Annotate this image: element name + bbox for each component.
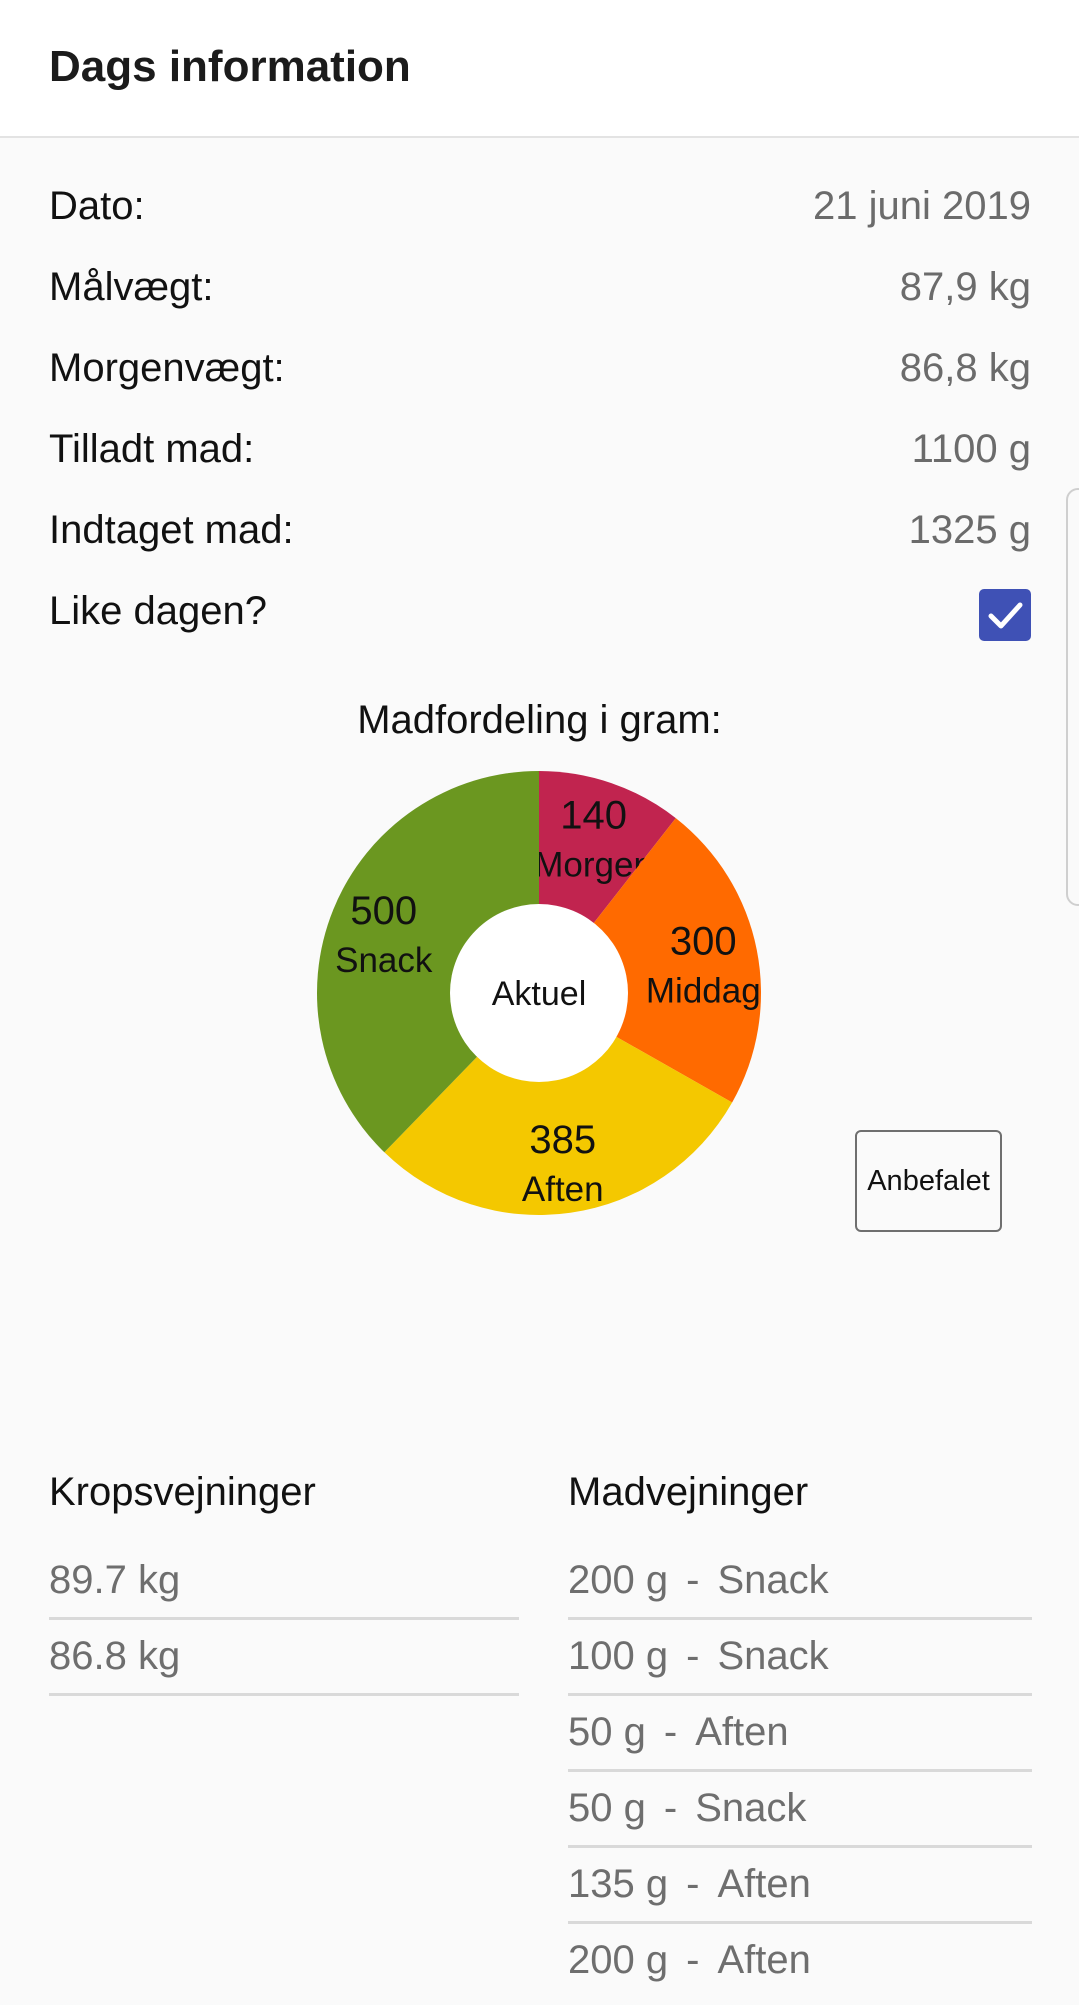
food-meal: Aften bbox=[695, 1710, 789, 1754]
food-meal: Snack bbox=[695, 1786, 807, 1830]
slice-value-label: 385 bbox=[529, 1118, 596, 1162]
food-meal: Snack bbox=[717, 1558, 829, 1602]
list-item[interactable]: 200 g - Snack bbox=[568, 1544, 1032, 1620]
separator: - bbox=[663, 1786, 678, 1830]
food-amount: 200 g bbox=[568, 1558, 669, 1602]
food-distribution-chart: 140Morgen300Middag385Aften500SnackAktuel bbox=[317, 771, 761, 1215]
slice-value-label: 500 bbox=[350, 889, 417, 933]
separator: - bbox=[686, 1938, 700, 1982]
food-amount: 50 g bbox=[568, 1710, 646, 1754]
body-weights-title: Kropsvejninger bbox=[49, 1470, 316, 1514]
list-item[interactable]: 50 g - Snack bbox=[568, 1772, 1032, 1848]
separator: - bbox=[686, 1634, 700, 1678]
food-amount: 200 g bbox=[568, 1938, 669, 1982]
separator: - bbox=[663, 1710, 678, 1754]
food-amount: 100 g bbox=[568, 1634, 669, 1678]
edge-panel-handle[interactable] bbox=[1066, 488, 1079, 906]
list-item[interactable]: 89.7 kg bbox=[49, 1544, 519, 1620]
list-item[interactable]: 50 g - Aften bbox=[568, 1696, 1032, 1772]
list-item[interactable]: 135 g - Aften bbox=[568, 1848, 1032, 1924]
list-item[interactable]: 86.8 kg bbox=[49, 1620, 519, 1696]
separator: - bbox=[686, 1558, 700, 1602]
slice-name-label: Aften bbox=[522, 1170, 604, 1209]
chart-center-label: Aktuel bbox=[492, 975, 587, 1013]
body-weights-list: 89.7 kg 86.8 kg bbox=[49, 1544, 519, 1696]
food-meal: Aften bbox=[717, 1938, 811, 1982]
recommended-button[interactable]: Anbefalet bbox=[855, 1130, 1002, 1232]
food-weights-title: Madvejninger bbox=[568, 1470, 809, 1514]
food-meal: Snack bbox=[717, 1634, 829, 1678]
slice-name-label: Middag bbox=[646, 971, 761, 1010]
food-meal: Aften bbox=[717, 1862, 811, 1906]
slice-value-label: 300 bbox=[670, 919, 737, 963]
food-amount: 135 g bbox=[568, 1862, 669, 1906]
separator: - bbox=[686, 1862, 700, 1906]
food-weights-list: 200 g - Snack 100 g - Snack 50 g - Aften 50 g-… bbox=[568, 1544, 1032, 1997]
slice-name-label: Snack bbox=[335, 941, 433, 980]
slice-value-label: 140 bbox=[560, 794, 627, 838]
list-item[interactable]: 200 g - Aften bbox=[568, 1924, 1032, 1997]
list-item[interactable]: 100 g - Snack bbox=[568, 1620, 1032, 1696]
food-amount: 50 g bbox=[568, 1786, 646, 1830]
